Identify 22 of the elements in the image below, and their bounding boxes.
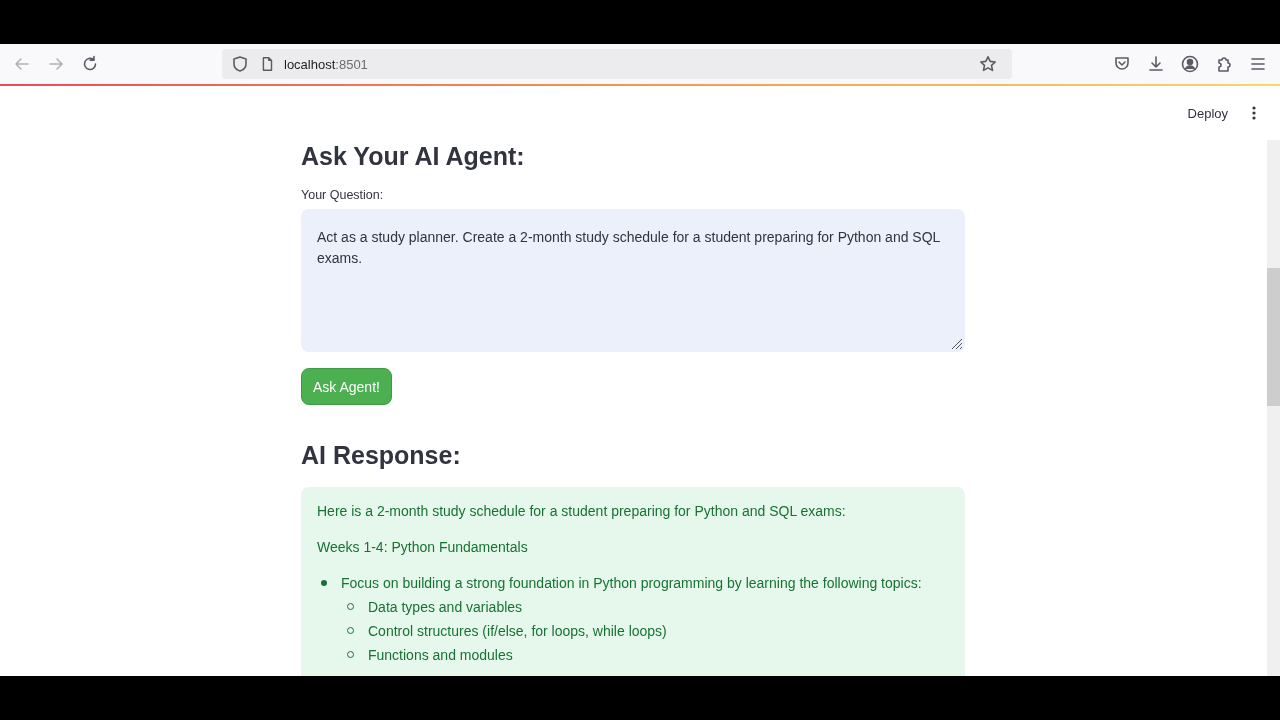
list-item-text: Control structures (if/else, for loops, while loops) <box>368 623 667 639</box>
field-label: Your Question: <box>301 188 385 202</box>
question-field[interactable]: Act as a study planner. Create a 2-month study schedule for a student preparing for Python and SQL exams. <box>301 209 965 352</box>
scrollbar[interactable] <box>1267 140 1280 676</box>
page-heading: Ask Your AI Agent: <box>301 141 526 172</box>
resize-handle-icon[interactable] <box>951 338 963 350</box>
deploy-button[interactable]: Deploy <box>1181 101 1234 125</box>
list-item-text: Focus on building a strong foundation in Python programming by learning the following topics: <box>341 575 922 591</box>
list-item-text: Functions and modules <box>368 647 513 663</box>
list-item-text: Data types and variables <box>368 599 523 615</box>
response-text: Weeks 1-4: Python Fundamentals <box>317 539 529 555</box>
bullet-icon <box>321 580 327 586</box>
response-text: Here is a 2-month study schedule for a student preparing for Python and SQL exams: <box>317 503 847 519</box>
address-bar[interactable]: localhost:8501 <box>222 49 1012 79</box>
shield-icon <box>230 54 250 74</box>
more-options-icon[interactable] <box>1252 106 1256 120</box>
account-icon[interactable] <box>1180 54 1200 74</box>
section-heading: AI Response: <box>301 440 462 471</box>
url-text: localhost:8501 <box>284 56 369 72</box>
download-icon[interactable] <box>1146 54 1166 74</box>
scrollbar-thumb[interactable] <box>1267 268 1280 406</box>
star-icon[interactable] <box>978 54 998 74</box>
